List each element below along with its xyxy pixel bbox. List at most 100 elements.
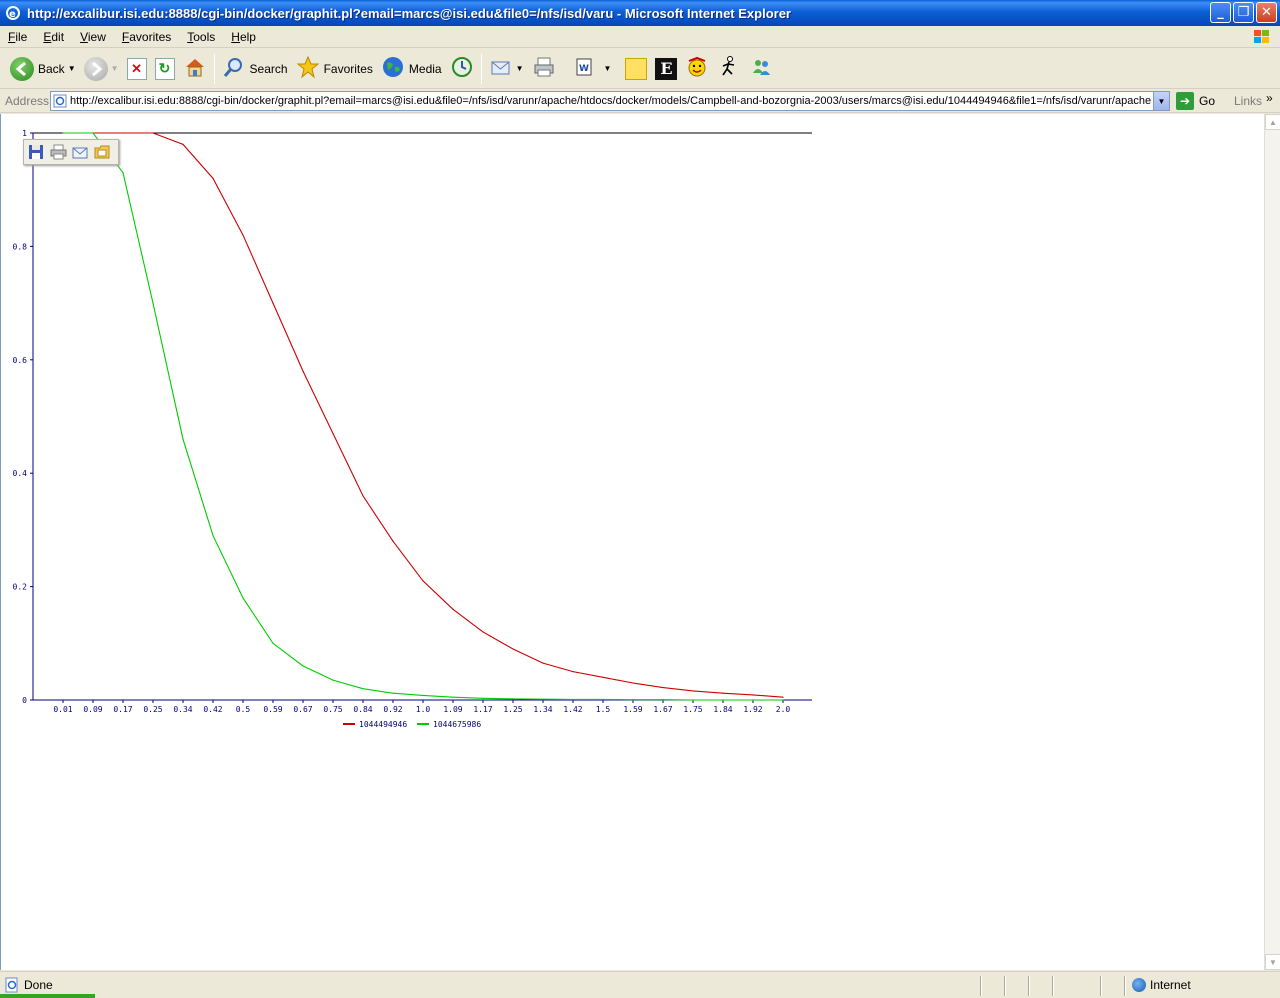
print-button[interactable] bbox=[528, 53, 560, 85]
search-icon bbox=[222, 55, 246, 82]
y-tick-label: 0.6 bbox=[13, 356, 28, 365]
save-image-icon[interactable] bbox=[28, 144, 45, 160]
x-tick-label: 0.59 bbox=[263, 705, 282, 714]
x-tick-label: 1.59 bbox=[623, 705, 642, 714]
e-button[interactable]: E bbox=[651, 53, 681, 85]
search-button[interactable]: Search bbox=[218, 53, 292, 85]
data-point bbox=[62, 132, 64, 134]
vertical-scrollbar[interactable]: ▲ ▼ bbox=[1264, 114, 1280, 970]
menu-bar: File Edit View Favorites Tools Help bbox=[0, 26, 1280, 48]
yahoo-messenger-button[interactable] bbox=[681, 53, 713, 85]
address-url: http://excalibur.isi.edu:8888/cgi-bin/do… bbox=[70, 95, 1152, 107]
mail-icon bbox=[489, 55, 513, 82]
title-bar: e http://excalibur.isi.edu:8888/cgi-bin/… bbox=[0, 0, 1280, 26]
status-divider bbox=[1004, 976, 1006, 996]
x-tick-label: 1.42 bbox=[563, 705, 582, 714]
mail-dropdown-icon[interactable]: ▼ bbox=[516, 64, 524, 73]
data-point bbox=[692, 699, 694, 701]
data-point bbox=[212, 177, 214, 179]
x-tick-label: 1.17 bbox=[473, 705, 492, 714]
smiley-icon bbox=[685, 55, 709, 82]
address-dropdown-icon[interactable]: ▼ bbox=[1153, 92, 1169, 110]
data-point bbox=[572, 671, 574, 673]
refresh-button[interactable]: ↻ bbox=[151, 53, 179, 85]
toolbar-separator bbox=[213, 53, 215, 84]
data-point bbox=[362, 688, 364, 690]
minimize-button[interactable]: _ bbox=[1210, 2, 1231, 23]
back-button[interactable]: Back ▼ bbox=[6, 53, 80, 85]
home-button[interactable] bbox=[179, 53, 211, 85]
status-bar: Done Internet bbox=[0, 971, 1280, 998]
close-button[interactable]: ✕ bbox=[1256, 2, 1277, 23]
data-point bbox=[542, 698, 544, 700]
data-point bbox=[422, 694, 424, 697]
x-tick-label: 0.84 bbox=[353, 705, 372, 714]
y-axis-ticks: 0 0.2 0.4 0.6 0.8 1 bbox=[13, 129, 33, 705]
scroll-up-icon[interactable]: ▲ bbox=[1265, 114, 1280, 130]
menu-favorites[interactable]: Favorites bbox=[114, 30, 179, 44]
back-dropdown-icon[interactable]: ▼ bbox=[68, 64, 76, 73]
data-point bbox=[422, 580, 424, 582]
standard-toolbar: Back ▼ ▼ ✕ ↻ Search Favorites Media ▼ W … bbox=[0, 49, 1280, 89]
x-tick-label: 1.0 bbox=[416, 705, 431, 714]
data-point bbox=[392, 692, 394, 694]
menu-tools[interactable]: Tools bbox=[179, 30, 223, 44]
media-button[interactable]: Media bbox=[377, 53, 446, 85]
internet-zone-globe-icon bbox=[1132, 978, 1146, 992]
y-tick-label: 0.4 bbox=[13, 469, 28, 478]
edit-button[interactable]: W ▼ bbox=[568, 53, 616, 85]
history-button[interactable] bbox=[446, 53, 478, 85]
y-tick-label: 0 bbox=[22, 696, 27, 705]
data-point bbox=[512, 648, 514, 650]
y-tick-label: 0.8 bbox=[13, 242, 28, 251]
x-tick-label: 0.5 bbox=[236, 705, 251, 714]
stop-button[interactable]: ✕ bbox=[123, 53, 151, 85]
data-point bbox=[362, 495, 364, 497]
menu-file[interactable]: File bbox=[0, 30, 35, 44]
favorites-button[interactable]: Favorites bbox=[292, 53, 377, 85]
go-label: Go bbox=[1199, 94, 1216, 108]
e-logo-icon: E bbox=[655, 57, 678, 80]
go-button[interactable]: ➔ Go bbox=[1176, 92, 1215, 110]
x-tick-label: 0.67 bbox=[293, 705, 312, 714]
scroll-down-icon[interactable]: ▼ bbox=[1265, 954, 1280, 970]
data-point bbox=[602, 698, 604, 701]
links-label[interactable]: Links bbox=[1234, 94, 1262, 108]
print-image-icon[interactable] bbox=[50, 144, 67, 160]
data-point bbox=[392, 540, 394, 542]
open-my-pictures-icon[interactable] bbox=[94, 144, 111, 160]
status-text: Done bbox=[24, 978, 53, 992]
menu-edit[interactable]: Edit bbox=[35, 30, 72, 44]
discuss-button[interactable] bbox=[621, 53, 651, 85]
legend-label: 1044494946 bbox=[359, 720, 407, 729]
status-divider bbox=[1052, 976, 1054, 996]
links-chevron-icon[interactable]: » bbox=[1266, 91, 1273, 105]
data-point bbox=[782, 699, 784, 701]
data-point bbox=[122, 172, 124, 174]
data-point bbox=[272, 642, 274, 644]
mail-button[interactable]: ▼ bbox=[485, 53, 528, 85]
page-done-icon bbox=[4, 977, 20, 993]
address-input[interactable]: http://excalibur.isi.edu:8888/cgi-bin/do… bbox=[50, 91, 1170, 111]
sticky-note-icon bbox=[625, 57, 648, 80]
aim-button[interactable] bbox=[713, 53, 745, 85]
data-point bbox=[452, 608, 454, 610]
menu-view[interactable]: View bbox=[72, 30, 114, 44]
menu-help[interactable]: Help bbox=[223, 30, 264, 44]
x-tick-label: 1.92 bbox=[743, 705, 762, 714]
refresh-icon: ↻ bbox=[154, 57, 175, 80]
x-tick-label: 0.92 bbox=[383, 705, 402, 714]
data-point bbox=[752, 699, 754, 701]
forward-button[interactable]: ▼ bbox=[80, 53, 123, 85]
maximize-button[interactable]: ❐ bbox=[1233, 2, 1254, 23]
data-point bbox=[122, 132, 124, 134]
forward-dropdown-icon[interactable]: ▼ bbox=[111, 64, 119, 73]
status-divider bbox=[1124, 976, 1126, 996]
svg-text:e: e bbox=[9, 9, 16, 20]
edit-dropdown-icon[interactable]: ▼ bbox=[604, 64, 612, 73]
email-image-icon[interactable] bbox=[72, 144, 89, 160]
address-label: Address bbox=[5, 94, 50, 108]
status-divider bbox=[980, 976, 982, 996]
data-point bbox=[722, 699, 724, 701]
messenger-button[interactable] bbox=[745, 53, 777, 85]
